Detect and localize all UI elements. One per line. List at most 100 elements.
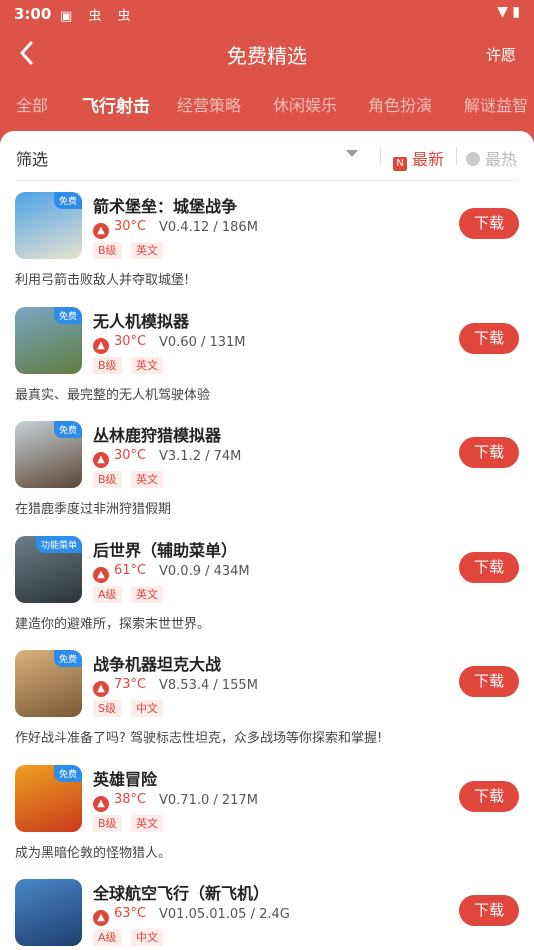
- free-badge: 免费: [53, 192, 82, 209]
- category-tabs: 全部 飞行射击 经营策略 休闲娱乐 角色扮演 解谜益智: [0, 92, 534, 120]
- flame-icon: ▲: [93, 452, 109, 468]
- title-bar: 免费精选 许愿: [0, 28, 534, 80]
- grade-tag: B级: [93, 814, 122, 832]
- language-tag: 英文: [131, 242, 163, 259]
- game-description: 作好战斗准备了吗? 驾驶标志性坦克，众多战场等你探索和掌握!: [15, 731, 383, 746]
- game-icon[interactable]: 免费: [15, 650, 82, 717]
- notification-icons: ▣ 虫 虫: [60, 9, 137, 24]
- download-button[interactable]: 下载: [459, 780, 519, 812]
- game-icon[interactable]: 免费: [15, 192, 82, 259]
- newest-icon: N: [393, 157, 407, 171]
- free-badge: 免费: [53, 421, 82, 438]
- filter-bar: 筛选 N 最新 最热: [0, 131, 534, 181]
- flame-icon: [466, 152, 480, 166]
- wish-button[interactable]: 许愿: [486, 44, 516, 65]
- flame-icon: ▲: [93, 795, 109, 812]
- heat-value: ▲ 61°C: [93, 563, 146, 583]
- game-title: 战争机器坦克大战: [93, 655, 222, 674]
- divider: [456, 147, 457, 165]
- flame-icon: ▲: [93, 223, 109, 239]
- game-description: 建造你的避难所，探索末世世界。: [15, 616, 211, 632]
- game-icon[interactable]: [15, 879, 82, 946]
- game-list-item[interactable]: 免费 丛林鹿狩猎模拟器 ▲ 30°C V3.1.2 / 74M B级 英文在猎鹿季度过非洲狩…: [0, 410, 534, 524]
- divider: [380, 147, 381, 165]
- content-panel: 筛选 N 最新 最热 免费 箭术堡垒：城堡战争 ▲ 30°C V0.4.12 / 186M…: [0, 131, 534, 950]
- game-icon[interactable]: 免费: [15, 421, 82, 488]
- language-tag: 英文: [131, 814, 163, 832]
- game-list-item[interactable]: 功能菜单 后世界（辅助菜单） ▲ 61°C V0.0.9 / 434M A级 英文 建造你的避…: [0, 525, 534, 639]
- game-title: 后世界（辅助菜单）: [93, 540, 238, 560]
- tab-all[interactable]: 全部: [16, 92, 48, 116]
- version-size: V0.71.0 / 217M: [159, 792, 258, 808]
- language-tag: 英文: [131, 471, 163, 488]
- sort-newest-label: 最新: [412, 150, 445, 169]
- game-description: 成为黑暗伦敦的怪物猎人。: [15, 845, 172, 861]
- download-button[interactable]: 下载: [459, 551, 519, 583]
- header: 3:00 ▣ 虫 虫 ▼ ▮ 免费精选 许愿 全部 飞行射击 经营策略 休闲娱乐…: [0, 0, 534, 140]
- version-size: V3.1.2 / 74M: [159, 449, 242, 464]
- flame-icon: ▲: [93, 910, 109, 926]
- sort-newest-button[interactable]: N 最新: [393, 146, 444, 171]
- heat-value: ▲ 30°C: [93, 448, 146, 468]
- sort-hottest-button[interactable]: 最热: [466, 146, 517, 170]
- heat-value: ▲ 30°C: [93, 219, 146, 239]
- game-list-item[interactable]: 免费 箭术堡垒：城堡战争 ▲ 30°C V0.4.12 / 186M B级 英文利用弓箭击败…: [0, 181, 534, 295]
- grade-tag: S级: [93, 700, 121, 717]
- grade-tag: A级: [93, 585, 122, 603]
- language-tag: 中文: [131, 700, 163, 717]
- game-list-item[interactable]: 免费 英雄冒险 ▲ 38°C V0.71.0 / 217M B级 英文成为黑暗伦敦的怪物猎人…: [0, 754, 534, 868]
- tab-casual[interactable]: 休闲娱乐: [273, 92, 337, 116]
- version-size: V0.4.12 / 186M: [159, 220, 258, 235]
- language-tag: 英文: [131, 356, 163, 374]
- heat-value: ▲ 30°C: [93, 334, 146, 354]
- game-description: 利用弓箭击败敌人并夺取城堡!: [15, 273, 190, 288]
- version-size: V0.60 / 131M: [159, 334, 246, 350]
- status-bar: 3:00 ▣ 虫 虫 ▼ ▮: [0, 0, 534, 28]
- game-description: 最真实、最完整的无人机驾驶体验: [15, 387, 211, 403]
- battery-wifi-icon: ▼ ▮: [497, 4, 520, 20]
- download-button[interactable]: 下载: [459, 208, 519, 239]
- tab-flight-shooting[interactable]: 飞行射击: [82, 92, 150, 117]
- filter-label[interactable]: 筛选: [16, 146, 48, 170]
- filter-dropdown-icon[interactable]: [346, 150, 358, 157]
- game-title: 无人机模拟器: [93, 311, 190, 331]
- grade-tag: B级: [93, 471, 122, 488]
- grade-tag: B级: [93, 242, 122, 259]
- game-list-item[interactable]: 全球航空飞行（新飞机） ▲ 63°C V01.05.01.05 / 2.4G A级 中文 下…: [0, 868, 534, 950]
- heat-value: ▲ 73°C: [93, 677, 146, 697]
- game-title: 全球航空飞行（新飞机）: [93, 884, 270, 903]
- free-badge: 免费: [53, 306, 82, 324]
- flame-icon: ▲: [93, 681, 109, 697]
- game-icon[interactable]: 免费: [15, 306, 82, 374]
- sort-hottest-label: 最热: [485, 150, 518, 169]
- game-icon[interactable]: 功能菜单: [15, 535, 82, 603]
- heat-value: ▲ 38°C: [93, 792, 146, 812]
- free-badge: 免费: [53, 650, 82, 667]
- free-badge: 功能菜单: [35, 535, 82, 553]
- game-list-item[interactable]: 免费 战争机器坦克大战 ▲ 73°C V8.53.4 / 155M S级 中文作好战斗准备了…: [0, 639, 534, 753]
- grade-tag: A级: [93, 929, 122, 946]
- game-description: 在猎鹿季度过非洲狩猎假期: [15, 502, 172, 517]
- status-time: 3:00: [14, 5, 52, 23]
- download-button[interactable]: 下载: [459, 437, 519, 468]
- language-tag: 中文: [131, 929, 163, 946]
- page-title: 免费精选: [227, 44, 307, 68]
- flame-icon: ▲: [93, 566, 109, 583]
- game-icon[interactable]: 免费: [15, 764, 82, 832]
- game-list-item[interactable]: 免费 无人机模拟器 ▲ 30°C V0.60 / 131M B级 英文最真实、最完整的无人机…: [0, 296, 534, 410]
- download-button[interactable]: 下载: [459, 666, 519, 697]
- version-size: V01.05.01.05 / 2.4G: [159, 907, 290, 922]
- heat-value: ▲ 63°C: [93, 906, 146, 926]
- grade-tag: B级: [93, 356, 122, 374]
- version-size: V8.53.4 / 155M: [159, 678, 258, 693]
- tab-strategy[interactable]: 经营策略: [177, 92, 241, 116]
- game-title: 箭术堡垒：城堡战争: [93, 197, 238, 216]
- game-title: 丛林鹿狩猎模拟器: [93, 426, 222, 445]
- free-badge: 免费: [53, 764, 82, 782]
- tab-puzzle[interactable]: 解谜益智: [464, 92, 528, 116]
- flame-icon: ▲: [93, 337, 109, 354]
- download-button[interactable]: 下载: [459, 895, 519, 926]
- game-title: 英雄冒险: [93, 769, 158, 789]
- tab-rpg[interactable]: 角色扮演: [368, 92, 432, 116]
- download-button[interactable]: 下载: [459, 322, 519, 354]
